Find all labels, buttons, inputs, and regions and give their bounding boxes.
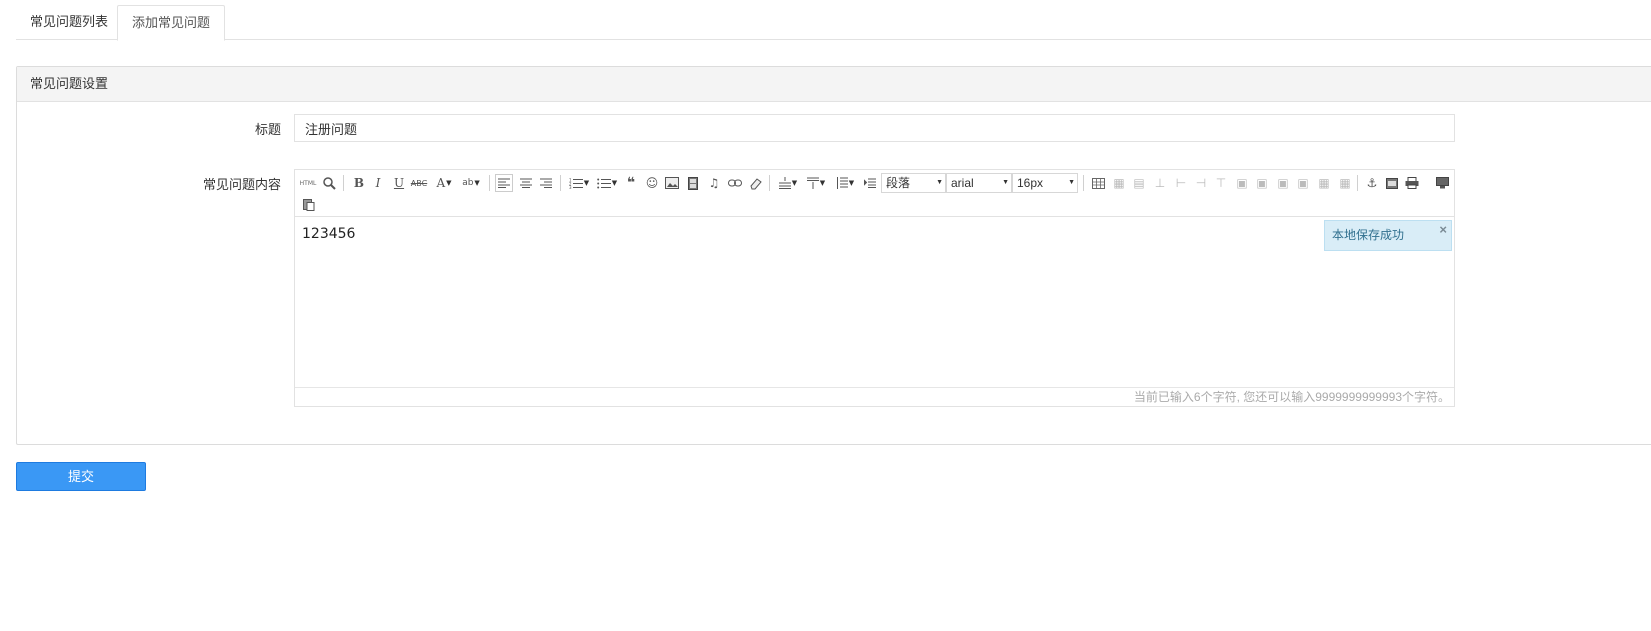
split-cols-icon[interactable]: ▦	[1337, 175, 1353, 191]
row-spacing-icon[interactable]: ▼	[804, 175, 828, 191]
merge-cells-icon[interactable]: ▣	[1234, 175, 1250, 191]
font-family-select[interactable]: arial ▼	[946, 173, 1012, 193]
close-icon[interactable]: ×	[1439, 215, 1447, 244]
eraser-icon[interactable]	[748, 175, 764, 191]
content-label: 常见问题内容	[202, 177, 281, 192]
music-icon[interactable]: ♫	[706, 175, 722, 191]
delete-col-icon[interactable]: ⊤	[1213, 175, 1229, 191]
italic-icon[interactable]: I	[370, 175, 386, 191]
title-label: 标题	[254, 122, 281, 137]
merge-right-icon[interactable]: ▣	[1254, 175, 1270, 191]
align-left-icon[interactable]	[495, 174, 513, 192]
editor-toolbar: HTML B I U ABC A ▼ ab ▼ 1 2 3 ▼ ▼ ❝ ☺ ♫ …	[295, 170, 1454, 217]
paragraph-spacing-icon[interactable]: ▼	[776, 175, 800, 191]
save-success-toast: 本地保存成功 ×	[1324, 220, 1452, 251]
link-icon[interactable]	[727, 175, 743, 191]
svg-text:3: 3	[569, 185, 572, 189]
panel-title: 常见问题设置	[17, 67, 1651, 102]
tab-add-faq[interactable]: 添加常见问题	[117, 5, 226, 41]
rich-text-editor: HTML B I U ABC A ▼ ab ▼ 1 2 3 ▼ ▼ ❝ ☺ ♫ …	[294, 169, 1455, 407]
faq-settings-panel: 常见问题设置 标题 常见问题内容 HTML B I U ABC A▼ ab▼	[16, 66, 1651, 445]
preview-icon[interactable]	[321, 175, 337, 191]
merge-down-icon[interactable]: ▣	[1275, 175, 1291, 191]
insert-col-icon[interactable]: ⊣	[1193, 175, 1209, 191]
word-count-status: 当前已输入6个字符, 您还可以输入9999999999993个字符。	[295, 387, 1454, 406]
html-source-icon[interactable]: HTML	[299, 175, 317, 191]
toast-message: 本地保存成功	[1332, 228, 1405, 242]
unordered-list-icon[interactable]: ▼	[595, 175, 619, 191]
video-icon[interactable]	[685, 175, 701, 191]
insert-frame-icon[interactable]	[1384, 175, 1400, 191]
strikethrough-icon[interactable]: ABC	[411, 175, 427, 191]
emoticon-icon[interactable]: ☺	[644, 175, 660, 191]
print-icon[interactable]	[1404, 175, 1420, 191]
font-size-select[interactable]: 16px ▼	[1012, 173, 1078, 193]
align-center-icon[interactable]	[518, 175, 534, 191]
delete-table-icon[interactable]: ▦	[1111, 175, 1127, 191]
split-cells-icon[interactable]: ▣	[1295, 175, 1311, 191]
indent-icon[interactable]	[862, 175, 878, 191]
paste-icon[interactable]	[301, 196, 317, 212]
image-icon[interactable]	[664, 175, 680, 191]
insert-table-icon[interactable]	[1090, 175, 1106, 191]
line-height-icon[interactable]: ▼	[833, 175, 857, 191]
insert-caption-icon[interactable]: ▤	[1131, 175, 1147, 191]
tab-bar: 常见问题列表 添加常见问题	[16, 0, 1651, 41]
blockquote-icon[interactable]: ❝	[623, 175, 639, 191]
font-color-icon[interactable]: A ▼	[432, 175, 456, 191]
highlight-icon[interactable]: ab ▼	[459, 175, 483, 191]
tab-faq-list[interactable]: 常见问题列表	[16, 5, 122, 41]
insert-row-icon[interactable]: ⊥	[1152, 175, 1168, 191]
bold-icon[interactable]: B	[351, 175, 367, 191]
ordered-list-icon[interactable]: 1 2 3 ▼	[567, 175, 591, 191]
editor-content-area[interactable]: 123456	[295, 218, 1454, 388]
anchor-icon[interactable]: ⚓	[1364, 175, 1380, 191]
fullscreen-icon[interactable]	[1434, 175, 1450, 191]
submit-button[interactable]: 提交	[16, 462, 146, 491]
paragraph-select[interactable]: 段落 ▼	[881, 173, 946, 193]
align-right-icon[interactable]	[538, 175, 554, 191]
delete-row-icon[interactable]: ⊢	[1173, 175, 1189, 191]
split-rows-icon[interactable]: ▦	[1316, 175, 1332, 191]
underline-icon[interactable]: U	[391, 175, 407, 191]
title-input[interactable]	[294, 114, 1455, 142]
